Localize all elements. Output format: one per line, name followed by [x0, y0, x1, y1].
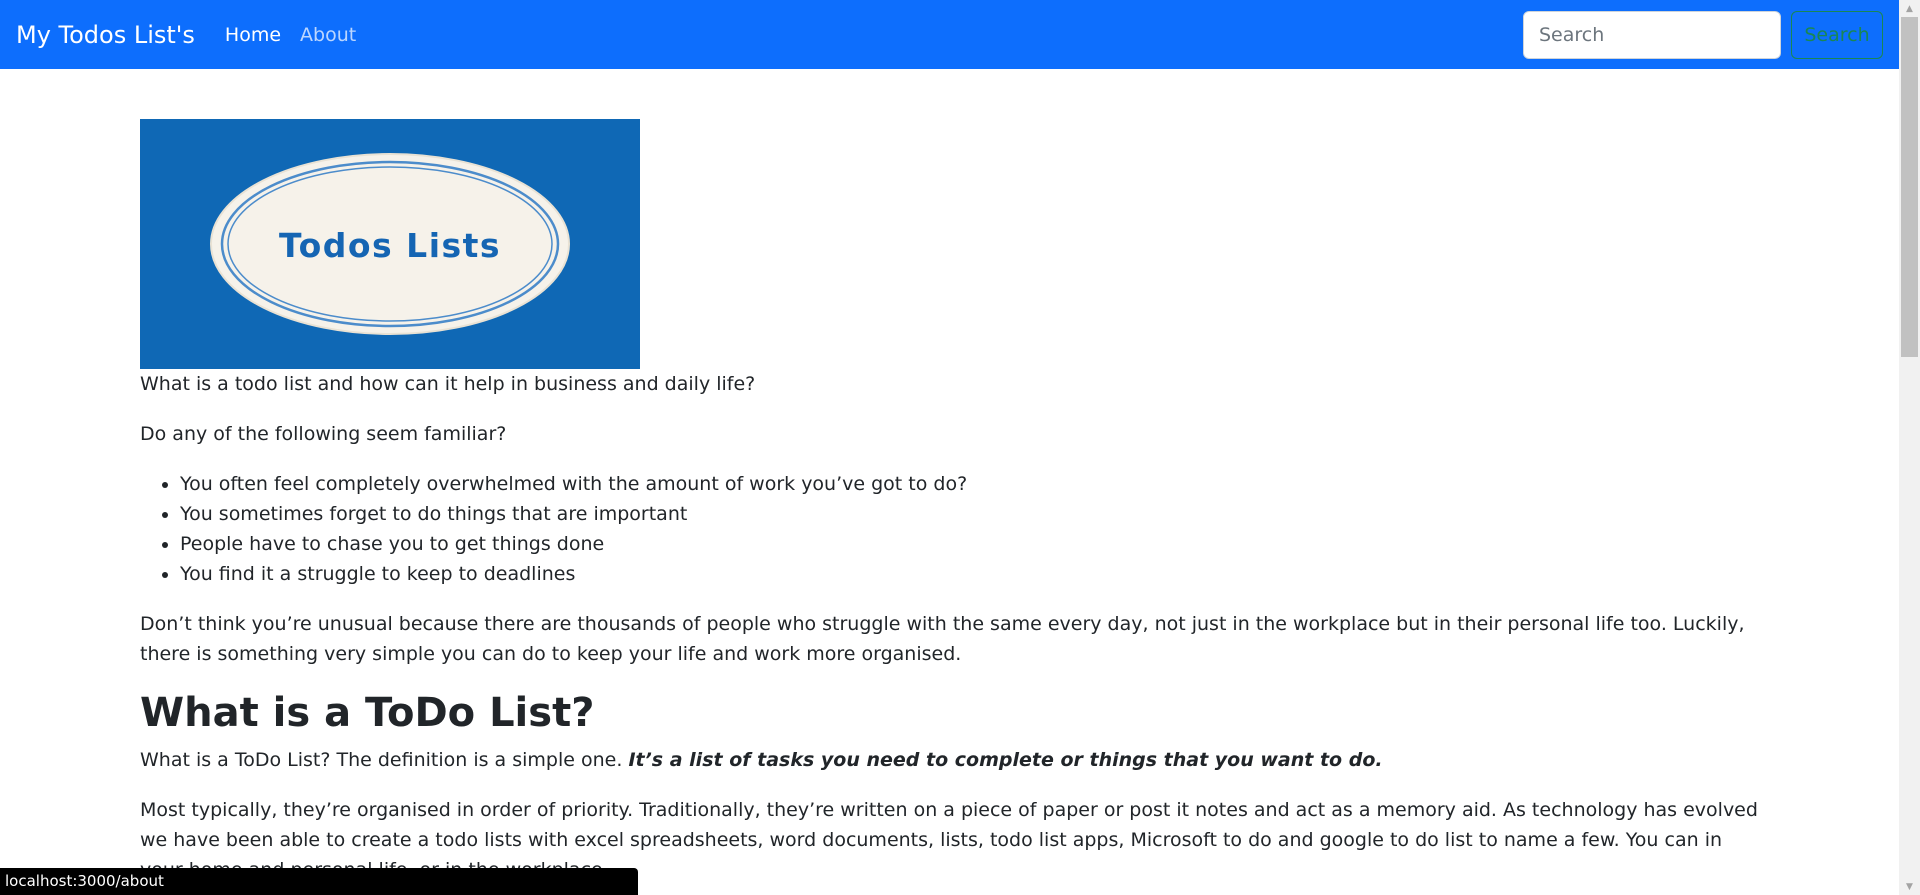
section-heading: What is a ToDo List? [140, 690, 595, 736]
logo-emblem: Todos Lists [210, 153, 570, 335]
question-text: Do any of the following seem familiar? [140, 423, 507, 445]
list-item: You find it a struggle to keep to deadli… [180, 559, 1760, 589]
intro-text: What is a todo list and how can it help … [140, 373, 756, 395]
browser-viewport: My Todos List's Home About Search Todos … [0, 0, 1920, 895]
nav-link-about[interactable]: About [300, 24, 356, 46]
logo-text: Todos Lists [279, 226, 501, 265]
list-item: You sometimes forget to do things that a… [180, 499, 1760, 529]
navbar-brand[interactable]: My Todos List's [16, 21, 195, 49]
todos-lists-logo: Todos Lists [140, 119, 640, 369]
definition-paragraph: What is a ToDo List? The definition is a… [140, 745, 1760, 775]
definition-prefix: What is a ToDo List? The definition is a… [140, 749, 629, 771]
familiar-list: You often feel completely overwhelmed wi… [140, 469, 1760, 589]
link-status-bar: localhost:3000/about [0, 868, 638, 895]
list-item: You often feel completely overwhelmed wi… [180, 469, 1760, 499]
vertical-scrollbar[interactable]: ▲ ▼ [1899, 0, 1920, 895]
navbar: My Todos List's Home About Search [0, 0, 1899, 69]
search-input[interactable] [1523, 10, 1781, 59]
nav-link-home[interactable]: Home [225, 24, 281, 46]
scroll-up-arrow-icon[interactable]: ▲ [1899, 0, 1920, 17]
list-item: People have to chase you to get things d… [180, 529, 1760, 559]
paragraph-unusual: Don’t think you’re unusual because there… [140, 613, 1745, 665]
search-button[interactable]: Search [1791, 10, 1883, 59]
scroll-down-arrow-icon[interactable]: ▼ [1899, 878, 1920, 895]
main-content: Todos Lists What is a todo list and how … [140, 119, 1760, 895]
scrollbar-thumb[interactable] [1901, 17, 1918, 357]
definition-emphasis: It’s a list of tasks you need to complet… [628, 749, 1383, 771]
